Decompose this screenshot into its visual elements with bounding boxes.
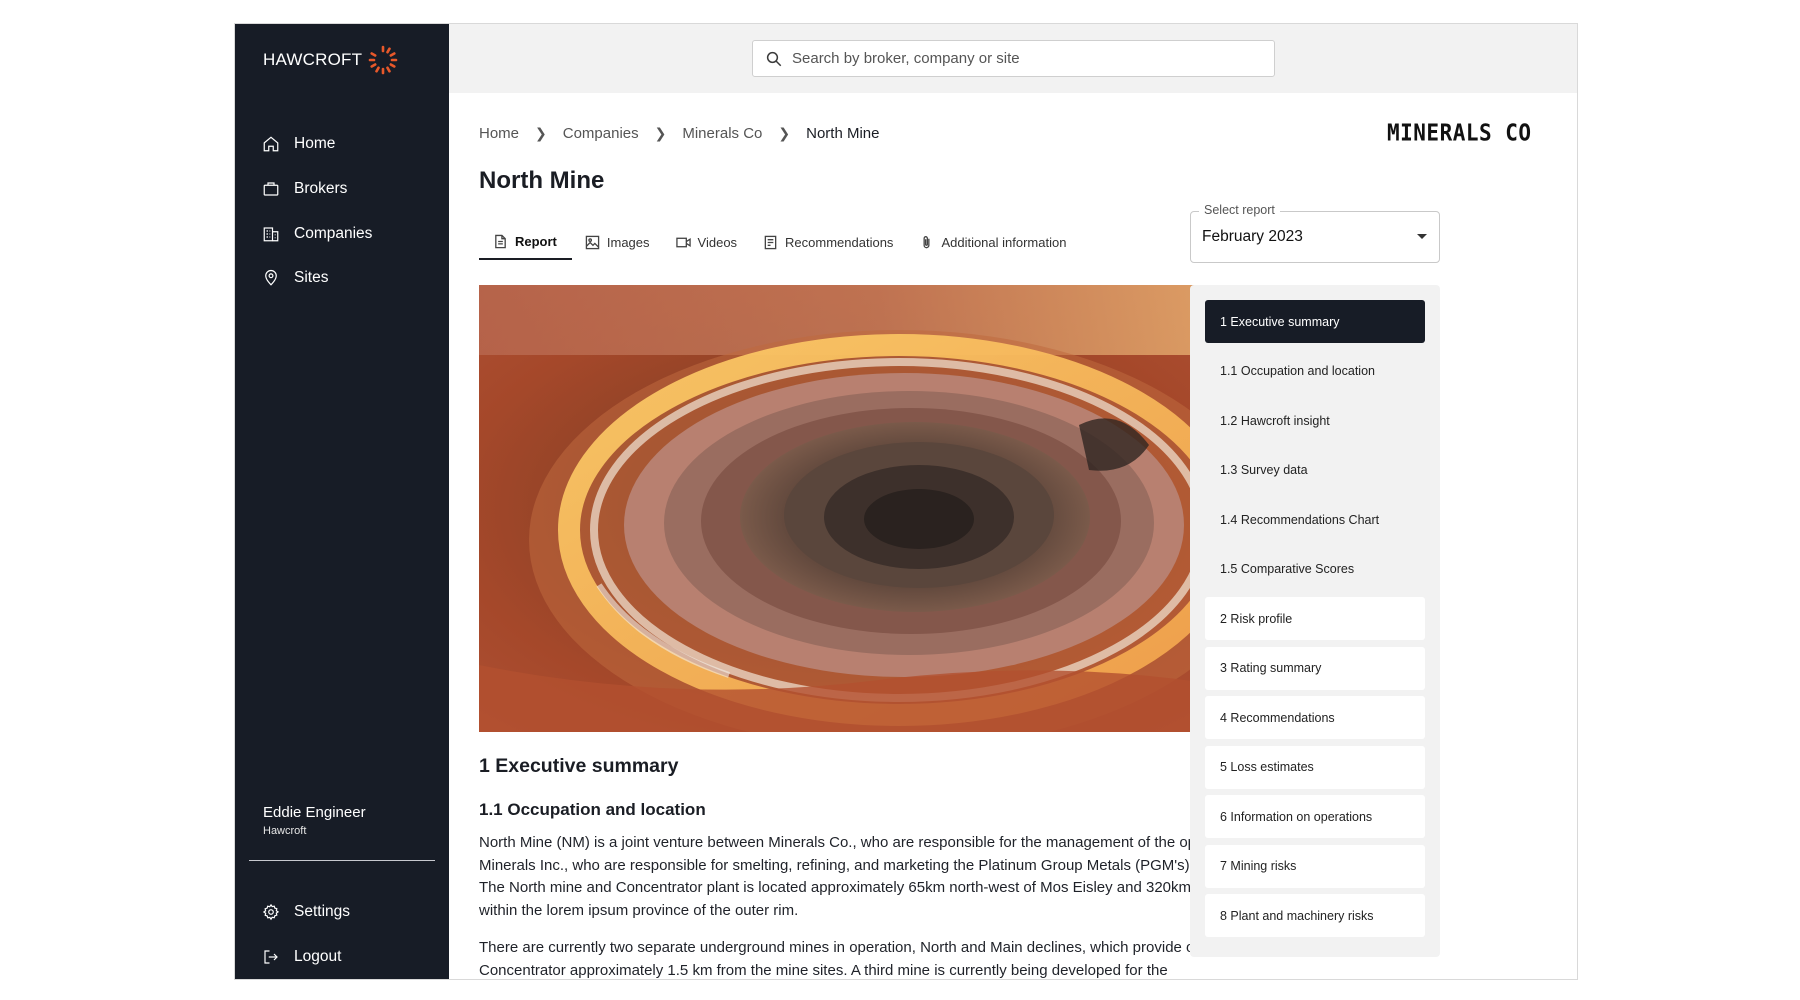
- breadcrumb-company[interactable]: Minerals Co: [682, 125, 762, 142]
- report-select-label: Select report: [1199, 203, 1280, 217]
- nav-item-home[interactable]: Home: [235, 122, 449, 167]
- search-input[interactable]: [792, 50, 1232, 67]
- briefcase-icon: [263, 182, 279, 196]
- logo-burst-icon: [368, 45, 398, 75]
- tab-label: Images: [606, 234, 650, 250]
- chevron-right-icon: ❯: [778, 125, 791, 141]
- paragraph: North Mine (NM) is a joint venture betwe…: [479, 834, 1276, 919]
- image-icon: [585, 235, 600, 249]
- top-bar: [449, 24, 1577, 93]
- mine-aerial-photo: [479, 285, 1276, 732]
- tab-additional-information[interactable]: Additional information: [906, 224, 1079, 260]
- toc-item[interactable]: 8 Plant and machinery risks: [1205, 894, 1425, 937]
- search-box[interactable]: [752, 40, 1275, 77]
- caret-down-icon: [1417, 234, 1427, 239]
- toc-item[interactable]: 2 Risk profile: [1205, 597, 1425, 640]
- report-select[interactable]: Select report February 2023: [1190, 203, 1440, 263]
- tab-label: Recommendations: [785, 234, 894, 250]
- report-tabs: Report Images Videos Recommendations Add…: [479, 224, 1079, 264]
- toc-item[interactable]: 1.1 Occupation and location: [1205, 350, 1425, 393]
- breadcrumb: Home ❯ Companies ❯ Minerals Co ❯ North M…: [479, 125, 879, 142]
- nav-item-sites[interactable]: Sites: [235, 256, 449, 301]
- toc-item[interactable]: 3 Rating summary: [1205, 646, 1425, 690]
- nav-item-settings[interactable]: Settings: [235, 890, 449, 935]
- table-of-contents: 1 Executive summary 1.1 Occupation and l…: [1190, 285, 1440, 957]
- home-icon: [263, 136, 279, 152]
- tab-label: Report: [515, 233, 557, 249]
- toc-item[interactable]: 7 Mining risks: [1205, 844, 1425, 888]
- user-org: Hawcroft: [263, 825, 307, 837]
- building-icon: [263, 227, 279, 242]
- toc-item[interactable]: 1.5 Comparative Scores: [1205, 548, 1425, 591]
- user-name: Eddie Engineer: [263, 804, 366, 821]
- toc-item[interactable]: 1.3 Survey data: [1205, 449, 1425, 492]
- toc-item[interactable]: 1.4 Recommendations Chart: [1205, 498, 1425, 541]
- bottom-nav: Settings Logout: [235, 890, 449, 979]
- checklist-icon: [764, 235, 777, 249]
- nav-label: Logout: [294, 948, 342, 966]
- document-icon: [495, 234, 506, 248]
- sidebar: HAWCROFT Home Brokers Companies Sites Ed…: [235, 24, 449, 979]
- logo[interactable]: HAWCROFT: [263, 44, 398, 76]
- nav-label: Settings: [294, 903, 351, 921]
- nav-label: Sites: [294, 269, 329, 287]
- breadcrumb-current: North Mine: [806, 125, 880, 142]
- gear-icon: [262, 904, 280, 921]
- nav-label: Companies: [294, 224, 373, 242]
- company-brand-logo: MINERALS CO: [1387, 119, 1532, 147]
- tab-recommendations[interactable]: Recommendations: [750, 224, 906, 260]
- tab-label: Videos: [697, 234, 738, 250]
- nav-item-brokers[interactable]: Brokers: [235, 167, 449, 212]
- sidebar-divider: [249, 860, 435, 861]
- video-icon: [675, 237, 691, 247]
- toc-item[interactable]: 6 Information on operations: [1205, 795, 1425, 838]
- toc-item[interactable]: 4 Recommendations: [1205, 696, 1425, 739]
- nav-item-logout[interactable]: Logout: [235, 935, 449, 979]
- nav-label: Brokers: [294, 180, 348, 198]
- logo-text: HAWCROFT: [263, 50, 363, 69]
- user-info[interactable]: Eddie Engineer Hawcroft: [263, 804, 366, 837]
- logout-icon: [264, 950, 278, 964]
- search-icon: [766, 51, 782, 66]
- breadcrumb-home[interactable]: Home: [479, 125, 519, 142]
- location-pin-icon: [265, 270, 277, 286]
- main-content: Home ❯ Companies ❯ Minerals Co ❯ North M…: [449, 24, 1577, 979]
- section-heading: 1 Executive summary: [479, 755, 679, 777]
- tab-report[interactable]: Report: [479, 224, 572, 260]
- tab-label: Additional information: [941, 234, 1067, 250]
- paragraph: There are currently two separate undergr…: [479, 939, 1250, 979]
- chevron-right-icon: ❯: [654, 125, 667, 141]
- nav-label: Home: [294, 135, 336, 153]
- page-title: North Mine: [479, 167, 605, 194]
- tab-videos[interactable]: Videos: [663, 224, 751, 260]
- tab-images[interactable]: Images: [572, 224, 663, 260]
- paperclip-icon: [923, 235, 930, 248]
- toc-item[interactable]: 1.2 Hawcroft insight: [1205, 399, 1425, 442]
- nav-item-companies[interactable]: Companies: [235, 211, 449, 256]
- toc-item[interactable]: 5 Loss estimates: [1205, 745, 1425, 789]
- report-select-value: February 2023: [1202, 228, 1303, 245]
- subsection-heading: 1.1 Occupation and location: [479, 800, 706, 819]
- app-window: HAWCROFT Home Brokers Companies Sites Ed…: [234, 23, 1578, 980]
- main-nav: Home Brokers Companies Sites: [235, 122, 449, 301]
- breadcrumb-companies[interactable]: Companies: [563, 125, 639, 142]
- chevron-right-icon: ❯: [535, 125, 547, 141]
- toc-item[interactable]: 1 Executive summary: [1205, 300, 1425, 343]
